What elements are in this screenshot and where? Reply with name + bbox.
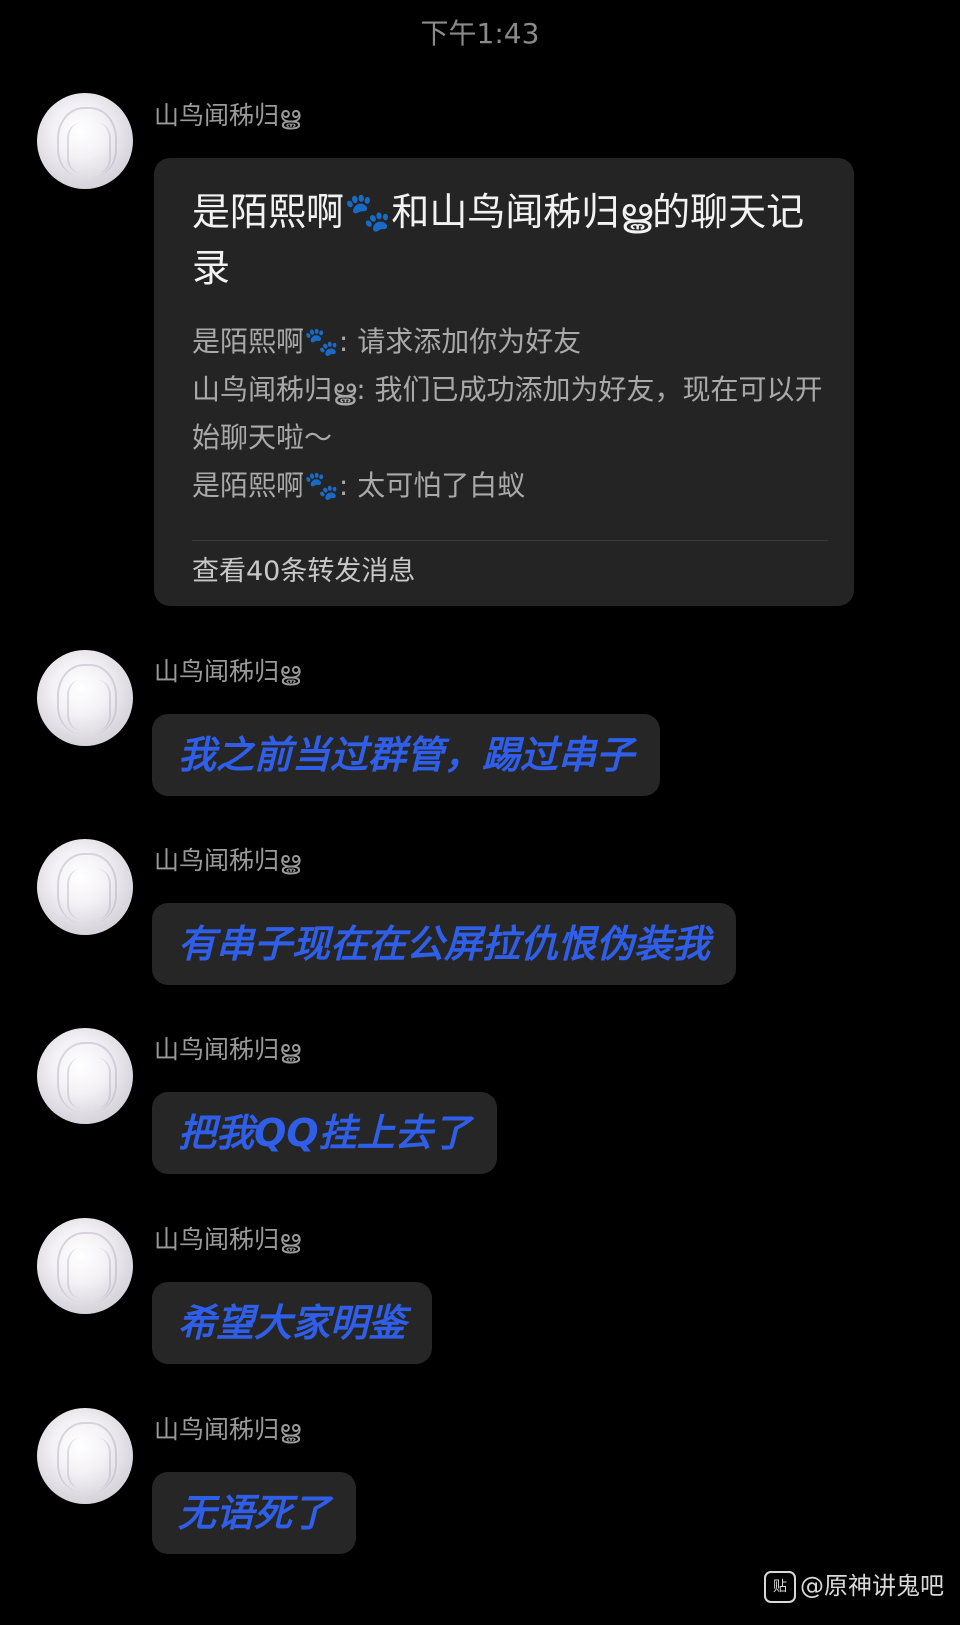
watermark-text: @原神讲鬼吧 [800, 1572, 944, 1600]
sender-name: 山鸟闻秭归ൠ [154, 657, 301, 686]
avatar[interactable] [37, 1408, 133, 1504]
card-divider [192, 540, 828, 541]
avatar[interactable] [37, 1028, 133, 1124]
message-bubble[interactable]: 把我QQ挂上去了 [152, 1092, 497, 1174]
forwarded-chat-title: 是陌熙啊🐾和山鸟闻秭归ൠ的聊天记录 [192, 190, 805, 290]
timestamp: 下午1:43 [420, 17, 540, 50]
preview-line: 是陌熙啊🐾: 太可怕了白蚁 [192, 469, 526, 502]
message-bubble[interactable]: 有串子现在在公屏拉仇恨伪装我 [152, 903, 737, 985]
watermark: 贴 @原神讲鬼吧 [764, 1566, 944, 1603]
view-forwarded-messages-link[interactable]: 查看40条转发消息 [192, 552, 415, 592]
avatar[interactable] [37, 93, 133, 189]
avatar[interactable] [37, 650, 133, 746]
sender-name: 山鸟闻秭归ൠ [154, 101, 301, 130]
forwarded-chat-preview: 是陌熙啊🐾: 请求添加你为好友 山鸟闻秭归ൠ: 我们已成功添加为好友，现在可以开… [192, 318, 832, 510]
preview-line: 是陌熙啊🐾: 请求添加你为好友 [192, 325, 582, 358]
preview-line: 山鸟闻秭归ൠ: 我们已成功添加为好友，现在可以开始聊天啦～ [192, 373, 823, 454]
forwarded-chat-card[interactable]: 是陌熙啊🐾和山鸟闻秭归ൠ的聊天记录 是陌熙啊🐾: 请求添加你为好友 山鸟闻秭归ൠ… [154, 158, 854, 606]
avatar[interactable] [37, 839, 133, 935]
message-bubble[interactable]: 无语死了 [152, 1472, 357, 1554]
message-bubble[interactable]: 我之前当过群管，踢过串子 [152, 714, 661, 796]
sender-name: 山鸟闻秭归ൠ [154, 1035, 301, 1064]
tieba-icon: 贴 [764, 1571, 796, 1603]
sender-name: 山鸟闻秭归ൠ [154, 1415, 301, 1444]
avatar[interactable] [37, 1218, 133, 1314]
sender-name: 山鸟闻秭归ൠ [154, 846, 301, 875]
message-bubble[interactable]: 希望大家明鉴 [152, 1282, 433, 1364]
sender-name: 山鸟闻秭归ൠ [154, 1225, 301, 1254]
